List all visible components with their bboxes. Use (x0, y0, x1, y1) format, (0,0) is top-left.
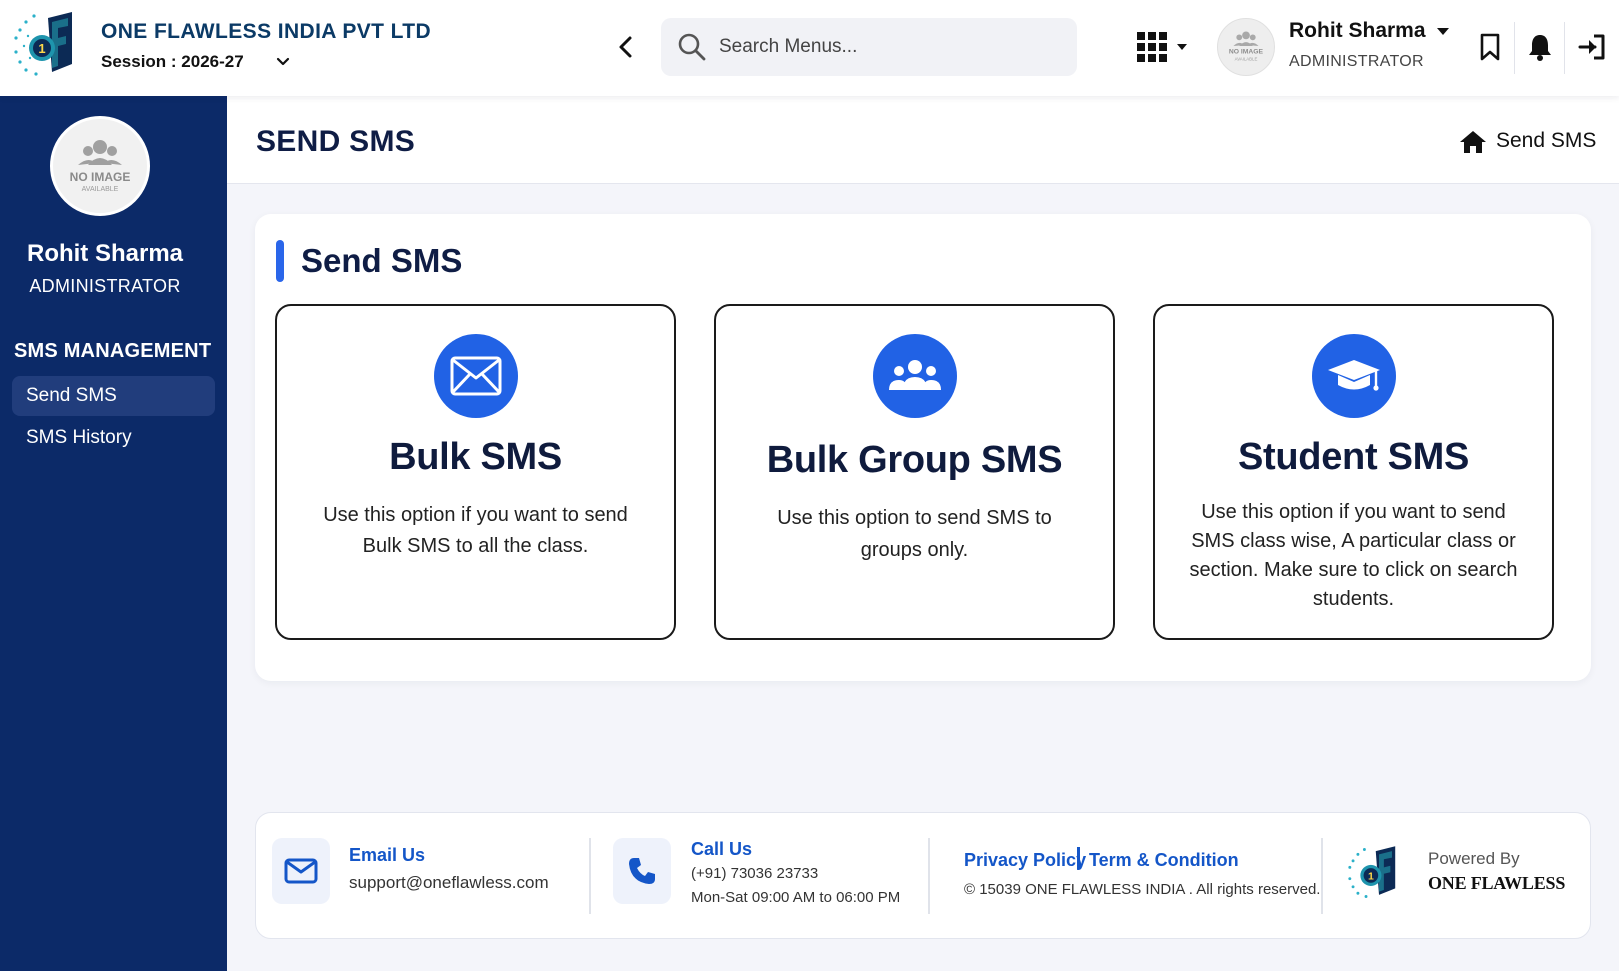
footer: Email Us support@oneflawless.com Call Us… (255, 812, 1591, 939)
student-sms-description: Use this option if you want to send SMS … (1189, 501, 1518, 610)
logout-button[interactable] (1571, 26, 1613, 68)
header-divider (1514, 22, 1515, 74)
student-sms-title: Student SMS (1237, 436, 1470, 478)
page-title: SEND SMS (256, 125, 416, 158)
support-email[interactable]: support@oneflawless.com (349, 873, 549, 893)
bulk-group-sms-title: Bulk Group SMS (766, 439, 1063, 481)
terms-link[interactable]: Term & Condition (1089, 850, 1239, 871)
bulk-sms-card[interactable]: Bulk SMS Use this option if you want to … (275, 304, 676, 640)
sidebar-user-name: Rohit Sharma (26, 240, 184, 267)
footer-separator (928, 838, 930, 914)
panel-title: Send SMS (301, 242, 463, 279)
privacy-policy-link[interactable]: Privacy Policy (964, 850, 1086, 871)
phone-icon (629, 858, 655, 884)
search-menus-input[interactable] (719, 18, 1059, 76)
user-menu-caret-down-icon[interactable] (1436, 26, 1450, 36)
footer-separator (589, 838, 591, 914)
send-sms-panel: Send SMS Bulk SMS Use this option if you… (255, 214, 1591, 681)
copyright-text: © 15039 ONE FLAWLESS INDIA . All rights … (964, 881, 1321, 898)
graduation-cap-icon (1311, 334, 1396, 418)
student-sms-card[interactable]: Student SMS Use this option if you want … (1153, 304, 1554, 640)
sidebar-item-send-sms[interactable]: Send SMS (12, 376, 215, 416)
svg-text:AVAILABLE: AVAILABLE (1235, 57, 1258, 62)
svg-text:1: 1 (38, 41, 45, 56)
sidebar-item-sms-history[interactable]: SMS History (12, 418, 215, 458)
call-hours: Mon-Sat 09:00 AM to 06:00 PM (691, 889, 901, 906)
user-name[interactable]: Rohit Sharma (1289, 19, 1426, 43)
svg-text:NO IMAGE: NO IMAGE (70, 170, 131, 184)
home-icon[interactable] (1459, 129, 1487, 155)
company-logo: 1 (14, 12, 72, 76)
search-bar (661, 18, 1077, 76)
header-divider (1564, 22, 1565, 74)
collapse-sidebar-chevron-left-icon[interactable] (615, 34, 637, 60)
breadcrumb-current: Send SMS (1496, 129, 1597, 152)
sign-in-icon (1578, 34, 1605, 60)
top-header: 1 ONE FLAWLESS INDIA PVT LTD Session : 2… (0, 0, 1619, 96)
bulk-group-sms-description: Use this option to send SMS to groups on… (777, 507, 1052, 561)
powered-by-label: Powered By (1428, 849, 1520, 868)
search-icon (678, 33, 706, 61)
page-header: SEND SMS Send SMS (227, 96, 1619, 184)
phone-icon-box (613, 838, 671, 904)
one-flawless-logo: 1 (1348, 846, 1396, 898)
bookmark-icon (1480, 33, 1500, 61)
svg-text:AVAILABLE: AVAILABLE (82, 186, 119, 193)
bulk-sms-description: Use this option if you want to send Bulk… (323, 504, 628, 557)
user-avatar[interactable]: NO IMAGE AVAILABLE (1217, 18, 1275, 76)
envelope-icon (284, 858, 318, 884)
bulk-group-sms-card[interactable]: Bulk Group SMS Use this option to send S… (714, 304, 1115, 640)
email-icon-box (272, 838, 330, 904)
svg-text:NO IMAGE: NO IMAGE (1229, 49, 1264, 56)
user-role: ADMINISTRATOR (1289, 53, 1424, 70)
bell-icon (1529, 35, 1551, 61)
session-chevron-down-icon[interactable] (275, 54, 291, 70)
email-us-label: Email Us (349, 845, 426, 865)
footer-separator (1321, 838, 1323, 914)
svg-text:1: 1 (1368, 870, 1374, 882)
sidebar: NO IMAGE AVAILABLE Rohit Sharma ADMINIST… (0, 96, 227, 971)
call-number[interactable]: (+91) 73036 23733 (691, 865, 818, 882)
sidebar-section-title: SMS MANAGEMENT (14, 340, 212, 362)
panel-title-accent (276, 240, 284, 282)
session-label: Session : 2026-27 (101, 52, 244, 71)
sidebar-user-role: ADMINISTRATOR (29, 276, 181, 296)
apps-grid-dropdown-icon[interactable] (1135, 30, 1193, 64)
bookmark-button[interactable] (1469, 26, 1511, 68)
sidebar-avatar: NO IMAGE AVAILABLE (50, 116, 150, 216)
notifications-button[interactable] (1519, 26, 1561, 68)
call-us-label: Call Us (691, 839, 753, 859)
powered-by-name: ONE FLAWLESS (1428, 873, 1566, 893)
users-group-icon (872, 334, 957, 418)
link-separator (1077, 847, 1080, 869)
envelope-icon (433, 334, 518, 418)
bulk-sms-title: Bulk SMS (389, 436, 562, 478)
company-name: ONE FLAWLESS INDIA PVT LTD (101, 20, 432, 43)
